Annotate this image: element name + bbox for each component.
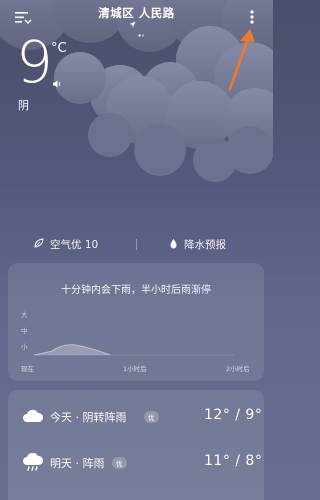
info-row: 空气优 10 降水预报 [0,237,273,253]
rain-area [34,344,110,355]
forecast-row-tomorrow[interactable]: 明天 · 阵雨 优 11° / 8° [8,448,264,478]
air-quality[interactable]: 空气优 10 [34,237,98,252]
level-label-medium: 中 [21,327,28,335]
annotation-arrow [224,25,258,95]
time-label-2h: 2小时后 [226,365,250,373]
weather-condition: 阴 [18,99,29,112]
rain-intensity-chart [33,329,234,357]
temperature-unit: °C [51,41,67,56]
leaf-icon [34,238,44,251]
precipitation-forecast[interactable]: 降水预报 [169,237,226,252]
rain-forecast-title: 十分钟内会下雨，半小时后雨渐停 [61,285,211,296]
air-quality-label: 空气优 10 [50,239,99,251]
forecast-label: 明天 · 阵雨 [50,457,105,470]
level-label-light: 小 [21,343,28,351]
forecast-temps: 11° / 8° [204,453,263,469]
page-indicator [138,22,148,37]
raindrop-icon [169,238,178,252]
speaker-icon[interactable] [52,74,62,88]
precipitation-label: 降水预报 [184,239,226,251]
time-label-now: 现在 [21,365,34,373]
location-title[interactable]: 清城区 人民路 [0,5,273,21]
aqi-badge: 优 [144,411,159,423]
forecast-temps: 12° / 9° [204,407,263,423]
daily-forecast-card: 今天 · 阴转阵雨 优 12° / 9° 明天 · 阵雨 优 11° / 8° [8,390,264,500]
location-arrow-icon [129,21,136,30]
more-options-icon[interactable] [247,8,257,26]
level-label-heavy: 大 [21,311,28,319]
rain-forecast-card[interactable]: 十分钟内会下雨，半小时后雨渐停 大 中 小 现在 1小时后 2小时后 [8,263,264,381]
divider [136,239,137,250]
cloudy-icon [22,406,44,426]
forecast-label: 今天 · 阴转阵雨 [50,411,127,424]
aqi-badge: 优 [112,457,127,469]
current-temperature: 9 [16,28,53,96]
forecast-row-today[interactable]: 今天 · 阴转阵雨 优 12° / 9° [8,402,264,432]
rain-icon [22,452,44,472]
time-label-1h: 1小时后 [123,365,147,373]
